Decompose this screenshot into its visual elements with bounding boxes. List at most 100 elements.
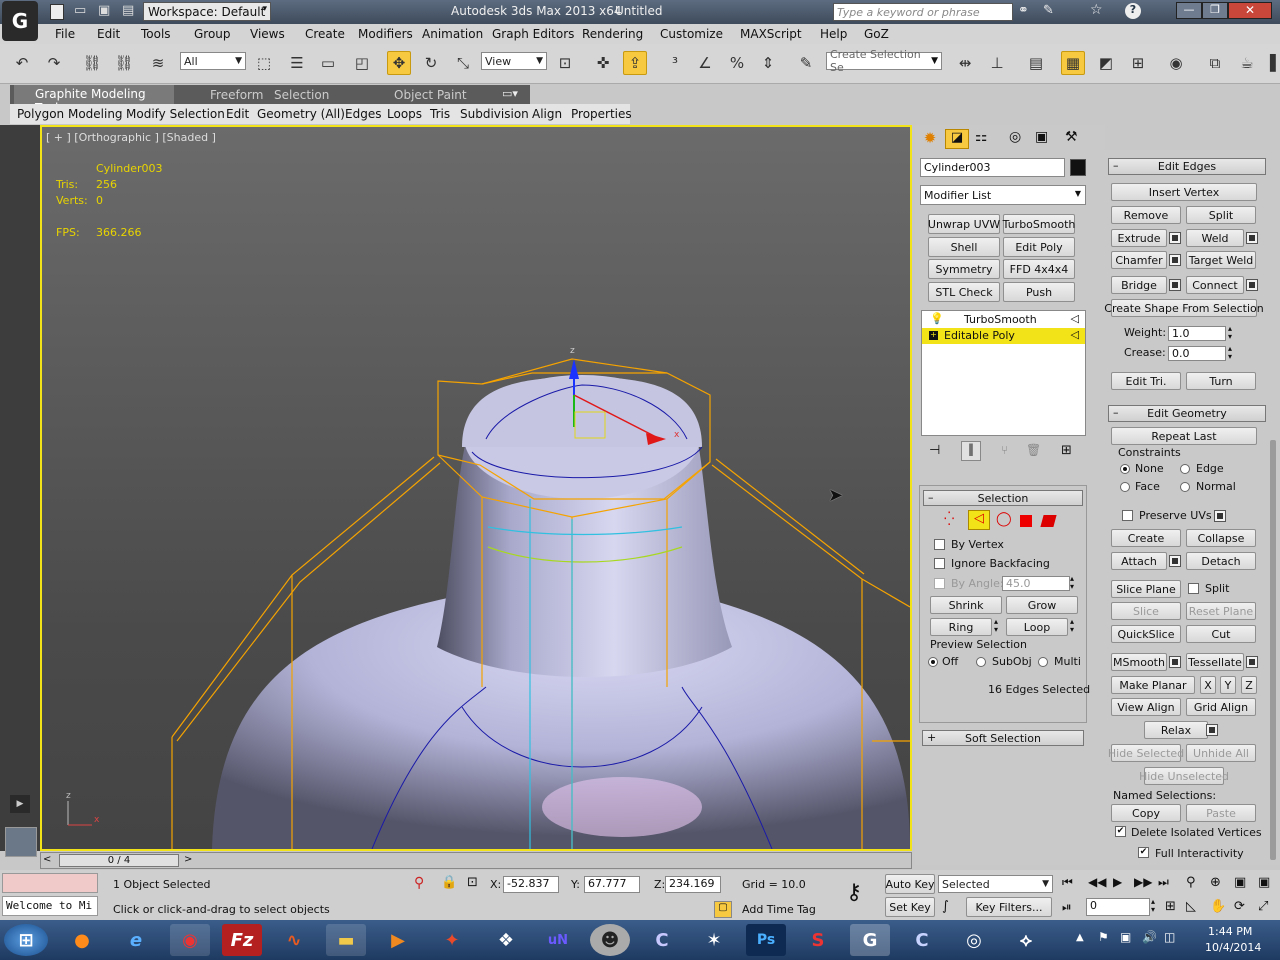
element-mode-icon[interactable] xyxy=(1040,515,1057,527)
insert-vertex-button[interactable]: Insert Vertex xyxy=(1111,183,1257,201)
configure-sets-icon[interactable]: ⊞ xyxy=(1061,443,1072,458)
time-config-icon[interactable]: ⊞ xyxy=(1165,899,1176,914)
welcome-field[interactable]: Welcome to Mi xyxy=(2,896,98,916)
tray-expand-icon[interactable]: ▲ xyxy=(1076,932,1084,943)
pin-stack-icon[interactable]: ⊣ xyxy=(929,443,940,458)
soft-selection-rollout[interactable]: + Soft Selection xyxy=(922,730,1084,746)
panel-edges[interactable]: Edges xyxy=(345,107,381,121)
time-next-icon[interactable]: > xyxy=(184,854,192,865)
absolute-mode-icon[interactable]: ⊡ xyxy=(467,875,478,890)
field-of-view-icon[interactable]: ◺ xyxy=(1186,899,1196,914)
material-editor-icon[interactable]: ◉ xyxy=(1164,51,1188,75)
slice-plane-button[interactable]: Slice Plane xyxy=(1111,580,1181,598)
move-icon[interactable]: ✥ xyxy=(387,51,411,75)
render-setup-icon[interactable]: ⧉ xyxy=(1203,51,1227,75)
constraint-face-radio[interactable] xyxy=(1120,482,1130,492)
by-angle-checkbox[interactable] xyxy=(934,578,945,589)
turbosmooth-button[interactable]: TurboSmooth xyxy=(1003,214,1075,234)
msmooth-settings-icon[interactable] xyxy=(1169,656,1181,668)
polygon-mode-icon[interactable] xyxy=(1020,515,1032,527)
dropbox-icon[interactable]: ❖ xyxy=(486,924,526,956)
vertex-mode-icon[interactable]: ⁛ xyxy=(944,512,954,527)
rotate-icon[interactable]: ↻ xyxy=(419,51,443,75)
menu-file[interactable]: File xyxy=(55,27,75,41)
remove-button[interactable]: Remove xyxy=(1111,206,1181,224)
action-center-icon[interactable]: ⚑ xyxy=(1098,930,1109,944)
unity-icon[interactable]: ⟡ xyxy=(1006,924,1046,956)
menu-customize[interactable]: Customize xyxy=(660,27,723,41)
panel-subdivision[interactable]: Subdivision xyxy=(460,107,529,121)
prev-frame-icon[interactable]: ◀◀ xyxy=(1088,875,1106,889)
loop-button[interactable]: Loop xyxy=(1006,618,1068,636)
preview-multi-radio[interactable] xyxy=(1038,657,1048,667)
minimize-button[interactable]: — xyxy=(1176,2,1202,19)
chamfer-settings-icon[interactable] xyxy=(1169,254,1181,266)
stack-item-editable-poly[interactable]: + Editable Poly ◁ xyxy=(922,328,1085,344)
rectangular-selection-icon[interactable]: ▭ xyxy=(316,51,340,75)
favorites-icon[interactable]: ☆ xyxy=(1090,2,1103,18)
aperture-app-icon[interactable]: ◎ xyxy=(954,924,994,956)
time-slider[interactable]: < 0 / 4 > xyxy=(40,852,912,869)
constraint-edge-radio[interactable] xyxy=(1180,464,1190,474)
zoom-icon[interactable]: ⚲ xyxy=(1186,875,1196,890)
preserve-uvs-checkbox[interactable] xyxy=(1122,510,1133,521)
spinner-arrows-icon[interactable]: ▴ ▾ xyxy=(1070,575,1074,591)
chamfer-button[interactable]: Chamfer xyxy=(1111,251,1167,269)
preview-subobj-radio[interactable] xyxy=(976,657,986,667)
spinner-snap-icon[interactable]: ⇕ xyxy=(756,51,780,75)
set-key-button[interactable]: Set Key xyxy=(885,897,935,917)
border-mode-icon[interactable]: ◯ xyxy=(996,511,1012,527)
by-angle-spinner[interactable]: 45.0 xyxy=(1002,576,1070,591)
preview-off-radio[interactable] xyxy=(928,657,938,667)
chrome-icon[interactable]: ◉ xyxy=(170,924,210,956)
undo-icon[interactable]: ↶ xyxy=(10,51,34,75)
orbit-icon[interactable]: ⟳ xyxy=(1234,899,1245,914)
select-manipulate-icon[interactable]: ✜ xyxy=(591,51,615,75)
panel-properties[interactable]: Properties xyxy=(571,107,632,121)
unlink-icon[interactable]: ⛓ xyxy=(112,51,136,75)
by-vertex-checkbox[interactable] xyxy=(934,539,945,550)
time-prev-icon[interactable]: < xyxy=(43,854,51,865)
mini-listener-button[interactable] xyxy=(5,827,37,857)
expand-icon[interactable]: + xyxy=(929,331,938,340)
tab-graphite-modeling-tools[interactable]: Graphite Modeling Tools xyxy=(14,85,174,115)
menu-views[interactable]: Views xyxy=(250,27,285,41)
modifier-list-dropdown[interactable]: Modifier List ▼ xyxy=(920,185,1086,205)
panel-geometry-all[interactable]: Geometry (All) xyxy=(257,107,345,121)
shrink-button[interactable]: Shrink xyxy=(930,596,1002,614)
firefox-icon[interactable]: ● xyxy=(62,924,102,956)
menu-edit[interactable]: Edit xyxy=(97,27,120,41)
cut-button[interactable]: Cut xyxy=(1186,625,1256,643)
file-explorer-icon[interactable]: ▬ xyxy=(326,924,366,956)
menu-tools[interactable]: Tools xyxy=(141,27,171,41)
pivot-center-icon[interactable]: ⊡ xyxy=(553,51,577,75)
grid-align-button[interactable]: Grid Align xyxy=(1186,698,1256,716)
split-button[interactable]: Split xyxy=(1186,206,1256,224)
c4d-icon[interactable]: C xyxy=(902,924,942,956)
full-interactivity-checkbox[interactable]: ✔ xyxy=(1138,847,1149,858)
edge-mode-icon[interactable]: ◁ xyxy=(968,510,990,530)
shell-button[interactable]: Shell xyxy=(928,237,1000,257)
constraint-none-radio[interactable] xyxy=(1120,464,1130,474)
tools-icon[interactable]: ✎ xyxy=(1043,3,1054,18)
panel-modify-selection[interactable]: Modify Selection xyxy=(126,107,225,121)
display-tab-icon[interactable]: ▣ xyxy=(1035,129,1048,145)
named-selection-dropdown[interactable]: Create Selection Se ▼ xyxy=(826,48,942,74)
unhide-all-button[interactable]: Unhide All xyxy=(1186,744,1256,762)
tab-object-paint[interactable]: Object Paint xyxy=(394,88,467,102)
selection-filter-dropdown[interactable]: All ▼ xyxy=(180,52,246,70)
target-weld-button[interactable]: Target Weld xyxy=(1186,251,1256,269)
key-curve-icon[interactable]: ∫ xyxy=(942,899,949,914)
copy-button[interactable]: Copy xyxy=(1111,804,1181,822)
link-icon[interactable]: ⛓ xyxy=(80,51,104,75)
paste-button[interactable]: Paste xyxy=(1186,804,1256,822)
planar-y-button[interactable]: Y xyxy=(1220,676,1236,694)
app-logo-icon[interactable]: G xyxy=(2,1,38,41)
panel-tris[interactable]: Tris xyxy=(430,107,450,121)
menu-create[interactable]: Create xyxy=(305,27,345,41)
lightbulb-icon[interactable]: 💡 xyxy=(930,312,944,325)
menu-group[interactable]: Group xyxy=(194,27,231,41)
angle-snap-icon[interactable]: ∠ xyxy=(693,51,717,75)
clock-time[interactable]: 1:44 PM xyxy=(1208,925,1252,938)
key-mode-dropdown[interactable]: Selected ▼ xyxy=(938,875,1053,893)
